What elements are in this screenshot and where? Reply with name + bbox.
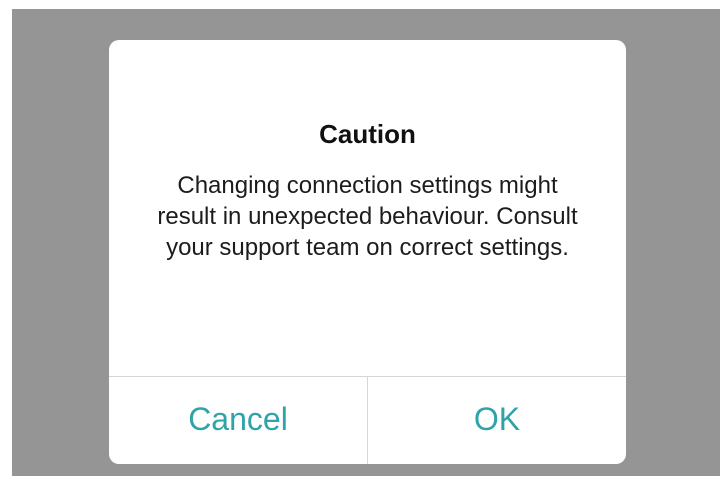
dialog-title: Caution	[319, 119, 416, 149]
ok-button[interactable]: OK	[367, 377, 626, 464]
dialog-button-bar: Cancel OK	[109, 376, 626, 464]
caution-dialog: Caution Changing connection settings mig…	[109, 40, 626, 464]
dialog-message: Changing connection settings might resul…	[157, 172, 578, 261]
cancel-button[interactable]: Cancel	[109, 377, 367, 464]
